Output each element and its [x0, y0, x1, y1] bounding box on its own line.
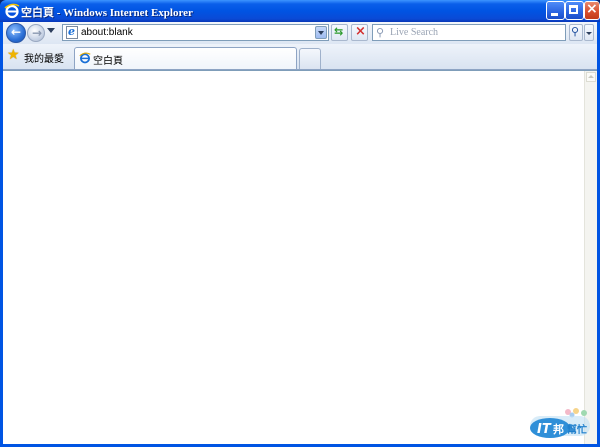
search-options-button[interactable]: [584, 24, 594, 41]
ie-logo-icon: [4, 3, 20, 19]
chevron-down-icon: [586, 32, 592, 35]
search-input[interactable]: [390, 26, 560, 39]
maximize-icon: [569, 5, 578, 14]
new-tab-button[interactable]: [299, 48, 321, 69]
search-icon: ⚲: [571, 25, 580, 38]
ie-page-icon: e: [66, 25, 78, 39]
ithome-logo-icon: IT 邦 幫忙: [530, 408, 590, 438]
search-box[interactable]: ⚲: [372, 24, 566, 41]
window-title: 空白頁 - Windows Internet Explorer: [21, 7, 193, 19]
back-button[interactable]: ←: [6, 23, 26, 43]
star-icon: ★: [7, 47, 20, 63]
chevron-down-icon: [318, 31, 324, 35]
favorites-label: 我的最愛: [24, 54, 64, 65]
address-dropdown-button[interactable]: [315, 26, 327, 39]
page-content[interactable]: [3, 70, 597, 444]
scroll-up-button[interactable]: [586, 72, 596, 82]
close-icon: ×: [586, 1, 598, 17]
search-magnifier-icon: ⚲: [376, 26, 385, 39]
close-button[interactable]: ×: [584, 1, 600, 20]
refresh-icon: ⇆: [334, 25, 344, 38]
stop-button[interactable]: ×: [351, 24, 368, 41]
watermark-logo: IT 邦 幫忙: [528, 406, 594, 440]
tab-blank-page[interactable]: 空白頁: [74, 47, 297, 69]
content-border: [3, 70, 597, 71]
svg-text:IT: IT: [537, 422, 552, 437]
back-arrow-icon: ←: [11, 25, 22, 39]
refresh-button[interactable]: ⇆: [331, 24, 348, 41]
vertical-scrollbar[interactable]: [584, 71, 597, 444]
recent-pages-dropdown[interactable]: [47, 28, 55, 33]
browser-window: 空白頁 - Windows Internet Explorer × ← → e …: [0, 0, 600, 447]
address-bar[interactable]: e: [62, 24, 329, 41]
svg-text:邦: 邦: [553, 422, 564, 436]
maximize-button[interactable]: [565, 1, 584, 20]
tab-label: 空白頁: [93, 56, 123, 67]
chevron-up-icon: [588, 75, 594, 78]
tab-bar: ★ 我的最愛 空白頁: [3, 44, 597, 70]
browser-chrome: ← → e ⇆ × ⚲ ⚲ ★ 我的最愛: [3, 22, 597, 70]
forward-button[interactable]: →: [27, 24, 45, 42]
title-bar[interactable]: 空白頁 - Windows Internet Explorer ×: [0, 0, 600, 22]
address-input[interactable]: [81, 26, 307, 39]
stop-icon: ×: [355, 24, 366, 39]
ie-logo-icon: [79, 52, 91, 64]
minimize-button[interactable]: [546, 1, 565, 20]
search-button[interactable]: ⚲: [569, 24, 583, 41]
navigation-bar: ← → e ⇆ × ⚲ ⚲: [3, 22, 597, 44]
svg-text:幫忙: 幫忙: [567, 423, 587, 436]
minimize-icon: [551, 13, 558, 16]
forward-arrow-icon: →: [32, 26, 43, 40]
